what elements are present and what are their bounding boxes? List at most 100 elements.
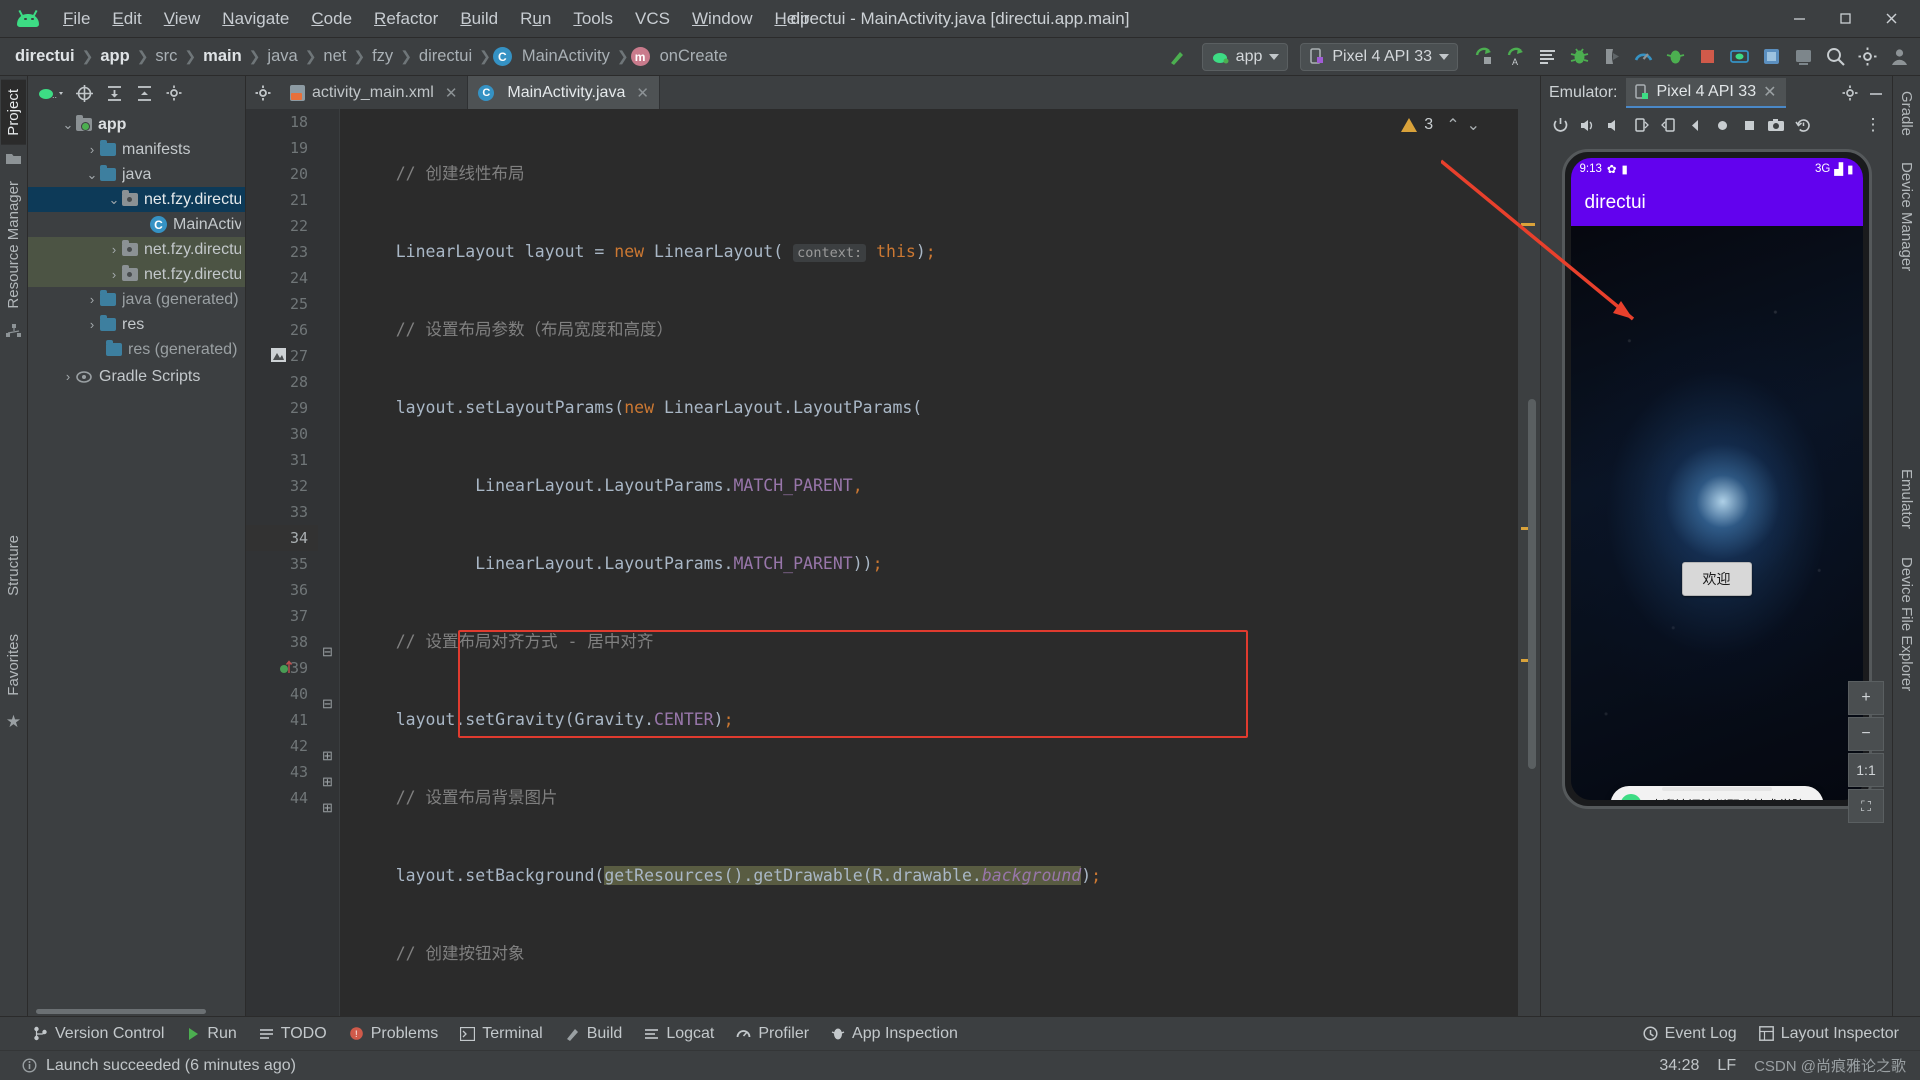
tree-item-res[interactable]: › res <box>28 312 245 337</box>
back-icon[interactable] <box>1684 114 1706 136</box>
rotate-left-icon[interactable] <box>1630 114 1652 136</box>
chevron-right-icon[interactable]: › <box>84 292 100 307</box>
device-selector[interactable]: Pixel 4 API 33 <box>1300 42 1458 71</box>
tree-item-gradle-scripts[interactable]: › Gradle Scripts <box>28 364 245 389</box>
chevron-right-icon[interactable]: › <box>106 267 122 282</box>
device-manager-icon[interactable] <box>1788 43 1818 71</box>
editor-marker-bar[interactable] <box>1518 109 1540 1016</box>
fold-marker-icon[interactable]: ⊞ <box>322 774 333 790</box>
tree-item-app[interactable]: ⌄ app <box>28 112 245 137</box>
editor-scrollbar[interactable] <box>1528 399 1536 769</box>
chevron-right-icon[interactable]: › <box>84 317 100 332</box>
prev-issue-icon[interactable]: ⌃ <box>1446 115 1459 135</box>
fold-gutter[interactable]: ⊟ ⊟ ⊞ ⊞ ⊞ <box>318 109 340 1016</box>
breadcrumb-item[interactable]: src <box>150 45 182 68</box>
debug-icon[interactable] <box>1564 43 1594 71</box>
breadcrumb-item[interactable]: app <box>95 45 134 68</box>
tool-button-app-inspection[interactable]: App Inspection <box>820 1021 969 1047</box>
fold-marker-icon[interactable]: ⊞ <box>322 800 333 816</box>
search-icon[interactable] <box>1820 43 1850 71</box>
sidebar-item-gradle[interactable]: Gradle <box>1894 82 1919 145</box>
settings-icon[interactable] <box>1852 43 1882 71</box>
menu-item-build[interactable]: Build <box>449 5 509 33</box>
menu-item-tools[interactable]: Tools <box>562 5 624 33</box>
tool-button-terminal[interactable]: Terminal <box>449 1021 553 1047</box>
emulator-device-tab[interactable]: Pixel 4 API 33 ✕ <box>1626 77 1786 108</box>
editor-settings-icon[interactable] <box>246 76 280 109</box>
avd-manager-icon[interactable] <box>1724 43 1754 71</box>
sidebar-item-device-manager[interactable]: Device Manager <box>1894 153 1919 280</box>
menu-item-edit[interactable]: Edit <box>101 5 152 33</box>
breadcrumb-item[interactable]: java <box>262 45 302 68</box>
welcome-button[interactable]: 欢迎 <box>1681 562 1752 596</box>
settings-icon[interactable] <box>1842 85 1858 101</box>
history-icon[interactable] <box>1792 114 1814 136</box>
chevron-right-icon[interactable]: › <box>60 369 76 384</box>
tree-item-manifests[interactable]: › manifests <box>28 137 245 162</box>
project-tree[interactable]: ⌄ app › manifests ⌄ java ⌄ net.fzy.direc… <box>28 110 245 1007</box>
menu-item-refactor[interactable]: Refactor <box>363 5 449 33</box>
chevron-down-icon[interactable]: ⌄ <box>60 117 76 133</box>
code-editor[interactable]: 18 19 20 21 22 23 24 25 26 27 28 29 30 3… <box>246 109 1540 1016</box>
zoom-fit-button[interactable]: ⛶ <box>1848 789 1884 823</box>
tree-item-package-androidtest[interactable]: › net.fzy.directui (a <box>28 237 245 262</box>
breadcrumb[interactable]: directui ❯ app ❯ src ❯ main ❯ java ❯ net… <box>10 45 733 68</box>
bug-icon[interactable] <box>1660 43 1690 71</box>
locate-icon[interactable] <box>76 84 93 102</box>
tool-button-version-control[interactable]: Version Control <box>22 1021 175 1047</box>
expand-all-icon[interactable] <box>106 85 123 102</box>
sidebar-item-project[interactable]: Project <box>1 80 26 145</box>
module-selector[interactable]: app <box>1201 42 1289 71</box>
home-icon[interactable] <box>1711 114 1733 136</box>
sidebar-item-emulator[interactable]: Emulator <box>1894 460 1919 538</box>
tool-button-layout-inspector[interactable]: Layout Inspector <box>1748 1021 1910 1047</box>
attach-debugger-icon[interactable] <box>1596 43 1626 71</box>
breadcrumb-item[interactable]: fzy <box>367 45 398 68</box>
image-gutter-icon[interactable] <box>271 348 286 362</box>
tool-button-profiler[interactable]: Profiler <box>725 1021 820 1047</box>
stop-icon[interactable] <box>1692 43 1722 71</box>
volume-up-icon[interactable] <box>1576 114 1598 136</box>
minimize-button[interactable] <box>1776 1 1822 37</box>
account-icon[interactable] <box>1884 43 1914 71</box>
menu-item-window[interactable]: Window <box>681 5 763 33</box>
editor-tab-activity-main-xml[interactable]: activity_main.xml ✕ <box>280 76 469 109</box>
next-issue-icon[interactable]: ⌄ <box>1467 115 1480 135</box>
apply-changes-icon[interactable] <box>1532 43 1562 71</box>
make-project-icon[interactable] <box>1162 43 1192 71</box>
chevron-right-icon[interactable]: › <box>84 142 100 157</box>
tree-item-res-generated[interactable]: res (generated) <box>28 337 245 362</box>
zoom-in-button[interactable]: + <box>1848 681 1884 715</box>
tool-button-logcat[interactable]: Logcat <box>633 1021 725 1047</box>
tree-item-package-test[interactable]: › net.fzy.directui (t <box>28 262 245 287</box>
sdk-manager-icon[interactable] <box>1756 43 1786 71</box>
run-icon[interactable] <box>1468 43 1498 71</box>
tree-item-java-generated[interactable]: › java (generated) <box>28 287 245 312</box>
tool-button-run[interactable]: Run <box>175 1021 247 1047</box>
project-settings-icon[interactable] <box>166 85 182 101</box>
breadcrumb-item-method[interactable]: m onCreate <box>630 45 733 68</box>
tree-item-package-main[interactable]: ⌄ net.fzy.directui <box>28 187 245 212</box>
breadcrumb-item-class[interactable]: C MainActivity <box>492 45 615 68</box>
tree-item-java[interactable]: ⌄ java <box>28 162 245 187</box>
profiler-icon[interactable] <box>1628 43 1658 71</box>
more-options-icon[interactable]: ⋮ <box>1862 114 1884 136</box>
zoom-actual-button[interactable]: 1:1 <box>1848 753 1884 787</box>
emulator-device-frame[interactable]: 9:13 ✿ ▮ 3G ▟ ▮ directui 欢迎 <box>1561 149 1872 809</box>
rotate-right-icon[interactable] <box>1657 114 1679 136</box>
tree-item-mainactivity[interactable]: C MainActivity <box>28 212 245 237</box>
menu-item-run[interactable]: Run <box>509 5 562 33</box>
close-icon[interactable]: ✕ <box>636 84 649 102</box>
device-screen[interactable]: 9:13 ✿ ▮ 3G ▟ ▮ directui 欢迎 <box>1570 158 1863 800</box>
override-gutter-icon[interactable] <box>280 659 292 675</box>
menu-item-navigate[interactable]: Navigate <box>211 5 300 33</box>
screenshot-icon[interactable] <box>1765 114 1787 136</box>
run-with-coverage-icon[interactable]: A <box>1500 43 1530 71</box>
close-icon[interactable]: ✕ <box>445 84 458 102</box>
device-side-button[interactable] <box>1869 342 1872 402</box>
chevron-right-icon[interactable]: › <box>106 242 122 257</box>
tool-button-problems[interactable]: ! Problems <box>338 1021 450 1047</box>
menu-item-vcs[interactable]: VCS <box>624 5 681 33</box>
maximize-button[interactable] <box>1822 1 1868 37</box>
tool-button-build[interactable]: Build <box>554 1021 634 1047</box>
